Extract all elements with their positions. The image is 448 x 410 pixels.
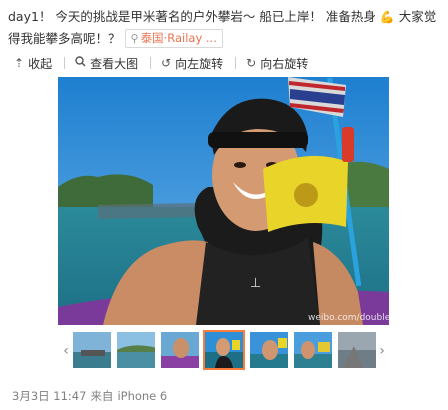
thumbnail-7[interactable] bbox=[337, 331, 377, 369]
post-meta: 3月3日 11:47 来自 iPhone 6 bbox=[12, 388, 171, 404]
rotate-right-button[interactable]: ↻ 向右旋转 bbox=[246, 55, 308, 72]
location-label: 泰国·Railay ... bbox=[140, 31, 217, 45]
thumbnail-5[interactable] bbox=[249, 331, 289, 369]
location-pin-icon: ⚲ bbox=[130, 32, 139, 45]
location-tag[interactable]: ⚲ 泰国·Railay ... bbox=[124, 29, 223, 48]
image-toolbar: ⇡ 收起 查看大图 ↺ 向左旋转 ↻ 向右旋转 bbox=[14, 54, 434, 72]
rotate-right-label: 向右旋转 bbox=[260, 56, 309, 71]
rotate-left-button[interactable]: ↺ 向左旋转 bbox=[161, 55, 223, 72]
arrow-up-icon: ⇡ bbox=[14, 56, 25, 70]
source-prefix: 来自 bbox=[90, 389, 114, 403]
thumbnail-1[interactable] bbox=[72, 331, 112, 369]
source-device[interactable]: iPhone 6 bbox=[117, 389, 167, 403]
toolbar-divider bbox=[235, 57, 237, 69]
rotate-left-label: 向左旋转 bbox=[175, 56, 224, 71]
thumbs-next-arrow[interactable]: › bbox=[376, 343, 388, 359]
search-icon bbox=[75, 56, 86, 70]
post-text-line: day1！ 今天的挑战是甲米著名的户外攀岩～ 船已上岸！ 准备热身 bbox=[8, 9, 380, 24]
photo-watermark: weibo.com/doublel bbox=[308, 313, 389, 323]
view-large-label: 查看大图 bbox=[90, 56, 139, 71]
collapse-button[interactable]: ⇡ 收起 bbox=[14, 55, 52, 72]
collapse-label: 收起 bbox=[28, 56, 53, 71]
main-photo[interactable]: ⊥ weibo.com/doublel bbox=[58, 77, 389, 325]
thumbnail-4-active[interactable] bbox=[203, 330, 245, 370]
rotate-right-icon: ↻ bbox=[246, 56, 257, 70]
post-text: day1！ 今天的挑战是甲米著名的户外攀岩～ 船已上岸！ 准备热身 💪 大家觉得… bbox=[8, 6, 440, 49]
thumbnail-2[interactable] bbox=[116, 331, 156, 369]
toolbar-divider bbox=[150, 57, 152, 69]
biceps-emoji: 💪 bbox=[379, 10, 395, 24]
rotate-left-icon: ↺ bbox=[161, 56, 172, 70]
thumbs-prev-arrow[interactable]: ‹ bbox=[60, 343, 72, 359]
view-large-button[interactable]: 查看大图 bbox=[75, 55, 138, 72]
post-date[interactable]: 3月3日 11:47 bbox=[12, 389, 86, 403]
toolbar-divider bbox=[64, 57, 66, 69]
thumbnail-3[interactable] bbox=[160, 331, 200, 369]
svg-text:⊥: ⊥ bbox=[250, 276, 261, 291]
thumbnail-6[interactable] bbox=[293, 331, 333, 369]
